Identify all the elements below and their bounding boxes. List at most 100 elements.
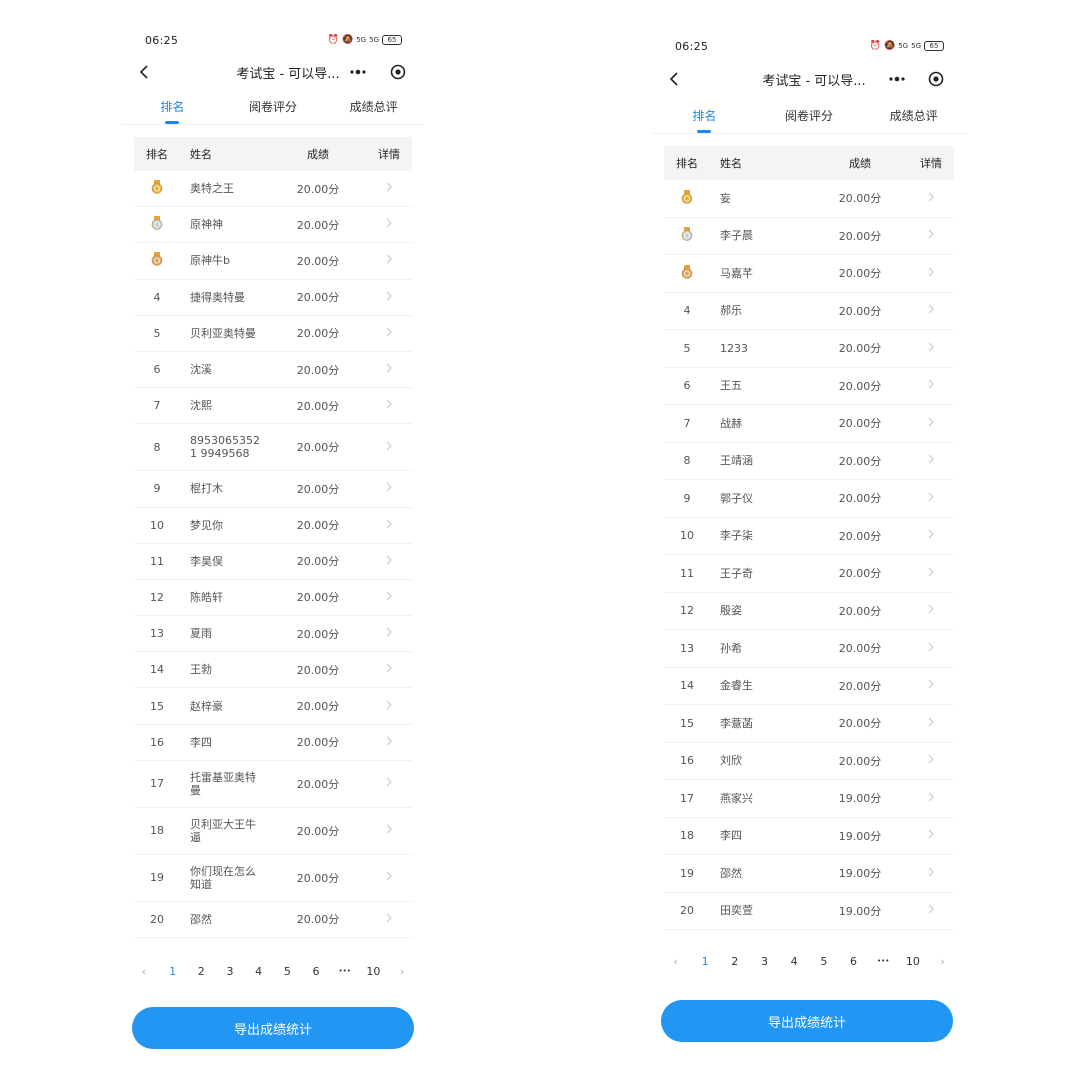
chevron-right-icon[interactable]: [366, 591, 412, 604]
chevron-right-icon[interactable]: [908, 829, 954, 842]
more-dots-icon[interactable]: [346, 62, 370, 82]
table-row[interactable]: 12 陈皓轩 20.00分: [134, 580, 412, 617]
chevron-right-icon[interactable]: [908, 567, 954, 580]
table-row[interactable]: 14 王勃 20.00分: [134, 652, 412, 689]
pager-prev-button[interactable]: ‹: [661, 955, 691, 968]
chevron-right-icon[interactable]: [908, 417, 954, 430]
pager-prev-button[interactable]: ‹: [130, 965, 159, 978]
table-row[interactable]: 4 郝乐 20.00分: [664, 293, 954, 330]
chevron-right-icon[interactable]: [908, 604, 954, 617]
chevron-right-icon[interactable]: [908, 454, 954, 467]
table-row[interactable]: 11 王子奇 20.00分: [664, 555, 954, 593]
chevron-right-icon[interactable]: [908, 867, 954, 880]
table-row[interactable]: 13 夏雨 20.00分: [134, 616, 412, 653]
chevron-right-icon[interactable]: [908, 229, 954, 242]
chevron-right-icon[interactable]: [908, 342, 954, 355]
chevron-right-icon[interactable]: [366, 871, 412, 884]
chevron-right-icon[interactable]: [908, 717, 954, 730]
chevron-right-icon[interactable]: [908, 679, 954, 692]
pager-page-1[interactable]: 1: [690, 955, 720, 968]
chevron-right-icon[interactable]: [366, 913, 412, 926]
tab-ranking[interactable]: 排名: [652, 98, 757, 133]
pager-page-1[interactable]: 1: [158, 965, 187, 978]
chevron-right-icon[interactable]: [366, 555, 412, 568]
chevron-right-icon[interactable]: [908, 792, 954, 805]
table-row[interactable]: 李子晨 20.00分: [664, 218, 954, 255]
table-row[interactable]: 6 王五 20.00分: [664, 368, 954, 405]
pager-page-6[interactable]: 6: [839, 955, 869, 968]
table-row[interactable]: 奥特之王 20.00分: [134, 171, 412, 208]
chevron-right-icon[interactable]: [366, 363, 412, 376]
pager-page-4[interactable]: 4: [244, 965, 273, 978]
table-row[interactable]: 18 李四 19.00分: [664, 818, 954, 855]
pager-page-4[interactable]: 4: [779, 955, 809, 968]
table-row[interactable]: 妄 20.00分: [664, 180, 954, 218]
table-row[interactable]: 15 李薏菡 20.00分: [664, 705, 954, 743]
chevron-right-icon[interactable]: [366, 627, 412, 640]
pager-page-5[interactable]: 5: [273, 965, 302, 978]
chevron-right-icon[interactable]: [366, 218, 412, 231]
pager-page-2[interactable]: 2: [187, 965, 216, 978]
table-row[interactable]: 15 赵梓豪 20.00分: [134, 688, 412, 725]
table-row[interactable]: 5 贝利亚奥特曼 20.00分: [134, 316, 412, 352]
table-row[interactable]: 17 燕家兴 19.00分: [664, 780, 954, 818]
chevron-right-icon[interactable]: [366, 254, 412, 267]
pager-page-3[interactable]: 3: [216, 965, 245, 978]
tab-ranking[interactable]: 排名: [122, 89, 223, 124]
chevron-right-icon[interactable]: [366, 291, 412, 304]
tab-summary[interactable]: 成绩总评: [323, 89, 424, 124]
chevron-right-icon[interactable]: [366, 736, 412, 749]
table-row[interactable]: 马嘉芊 20.00分: [664, 255, 954, 293]
export-scores-button[interactable]: 导出成绩统计: [132, 1007, 414, 1049]
table-row[interactable]: 20 邵然 20.00分: [134, 902, 412, 938]
export-scores-button[interactable]: 导出成绩统计: [661, 1000, 953, 1042]
table-row[interactable]: 12 殷姿 20.00分: [664, 593, 954, 630]
table-row[interactable]: 7 战赫 20.00分: [664, 405, 954, 443]
chevron-right-icon[interactable]: [908, 267, 954, 280]
pager-page-2[interactable]: 2: [720, 955, 750, 968]
chevron-right-icon[interactable]: [366, 399, 412, 412]
chevron-left-icon[interactable]: [134, 60, 154, 84]
table-row[interactable]: 5 1233 20.00分: [664, 330, 954, 368]
more-dots-icon[interactable]: [885, 69, 909, 89]
table-row[interactable]: 11 李昊俣 20.00分: [134, 544, 412, 580]
pager-page-6[interactable]: 6: [302, 965, 331, 978]
pager-next-button[interactable]: ›: [388, 965, 417, 978]
table-row[interactable]: 8 89530653521 9949568 20.00分: [134, 424, 412, 472]
chevron-right-icon[interactable]: [908, 379, 954, 392]
chevron-right-icon[interactable]: [366, 182, 412, 195]
table-row[interactable]: 6 沈溪 20.00分: [134, 352, 412, 389]
table-row[interactable]: 18 贝利亚大王牛逼 20.00分: [134, 808, 412, 855]
pager-page-last[interactable]: 10: [898, 955, 928, 968]
pager-next-button[interactable]: ›: [928, 955, 958, 968]
tab-grading[interactable]: 阅卷评分: [223, 89, 324, 124]
table-row[interactable]: 19 邵然 19.00分: [664, 855, 954, 893]
table-row[interactable]: 9 棍打木 20.00分: [134, 471, 412, 508]
table-row[interactable]: 14 金睿生 20.00分: [664, 668, 954, 705]
table-row[interactable]: 16 刘欣 20.00分: [664, 743, 954, 780]
chevron-right-icon[interactable]: [366, 441, 412, 454]
table-row[interactable]: 4 捷得奥特曼 20.00分: [134, 280, 412, 316]
table-row[interactable]: 原神神 20.00分: [134, 207, 412, 244]
table-row[interactable]: 17 托雷基亚奥特曼 20.00分: [134, 761, 412, 808]
chevron-right-icon[interactable]: [366, 663, 412, 676]
chevron-right-icon[interactable]: [908, 904, 954, 917]
chevron-right-icon[interactable]: [366, 824, 412, 837]
tab-grading[interactable]: 阅卷评分: [757, 98, 862, 133]
table-row[interactable]: 7 沈熙 20.00分: [134, 388, 412, 425]
chevron-right-icon[interactable]: [908, 642, 954, 655]
chevron-right-icon[interactable]: [366, 700, 412, 713]
chevron-right-icon[interactable]: [366, 327, 412, 340]
table-row[interactable]: 9 郭子仪 20.00分: [664, 480, 954, 518]
table-row[interactable]: 10 李子柒 20.00分: [664, 518, 954, 555]
chevron-right-icon[interactable]: [908, 192, 954, 205]
tab-summary[interactable]: 成绩总评: [861, 98, 966, 133]
pager-page-5[interactable]: 5: [809, 955, 839, 968]
table-row[interactable]: 19 你们现在怎么知道 20.00分: [134, 855, 412, 902]
table-row[interactable]: 16 李四 20.00分: [134, 725, 412, 761]
target-close-icon[interactable]: [388, 62, 408, 82]
chevron-right-icon[interactable]: [366, 482, 412, 495]
table-row[interactable]: 8 王靖涵 20.00分: [664, 443, 954, 480]
chevron-right-icon[interactable]: [908, 529, 954, 542]
pager-page-last[interactable]: 10: [359, 965, 388, 978]
